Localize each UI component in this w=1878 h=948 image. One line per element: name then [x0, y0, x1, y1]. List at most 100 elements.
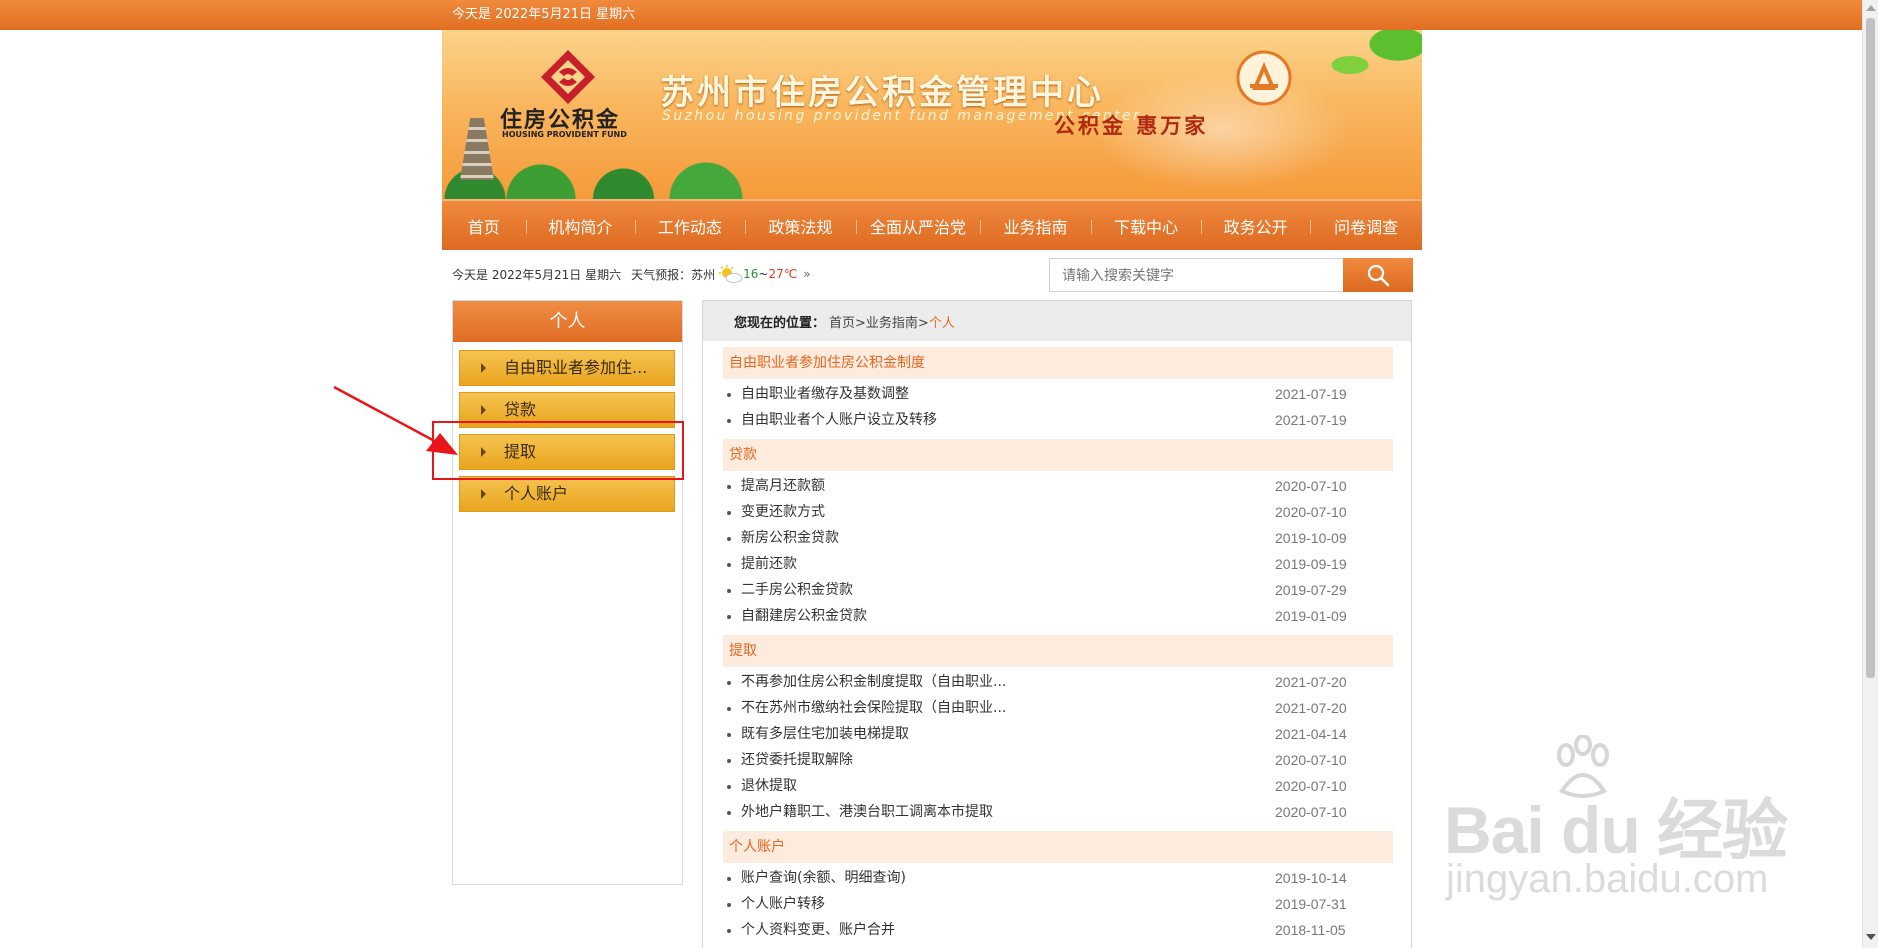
list-item[interactable]: 个人账户转移 2019-07-31	[723, 891, 1363, 917]
main-nav: 首页 机构简介 工作动态 政策法规 全面从严治党 业务指南 下载中心 政务公开 问卷调查	[442, 199, 1422, 250]
bullet-icon	[727, 785, 731, 789]
watermark-url: jingyan.baidu.com	[1446, 857, 1769, 901]
list-item-date: 2019-10-14	[1275, 870, 1347, 886]
list-item[interactable]: 还贷委托提取解除 2020-07-10	[723, 747, 1363, 773]
list-item[interactable]: 二手房公积金贷款 2019-07-29	[723, 577, 1363, 603]
breadcrumb: 您现在的位置： 首页>业务指南> 个人	[703, 301, 1411, 341]
nav-item[interactable]: 问卷调查	[1310, 214, 1422, 238]
sidebar-item-label: 自由职业者参加住...	[504, 358, 648, 377]
sidebar: 个人 自由职业者参加住... 贷款 提取 个人账户	[452, 300, 683, 885]
sun-cloud-icon	[719, 265, 743, 283]
bullet-icon	[727, 537, 731, 541]
page-scrollbar[interactable]	[1862, 0, 1878, 948]
list-item-date: 2021-07-19	[1275, 386, 1347, 402]
nav-item[interactable]: 首页	[442, 214, 526, 238]
list-item-title[interactable]: 不再参加住房公积金制度提取（自由职业...	[741, 669, 1006, 695]
list-item[interactable]: 自由职业者个人账户设立及转移 2021-07-19	[723, 407, 1363, 433]
section-header[interactable]: 自由职业者参加住房公积金制度	[723, 347, 1393, 379]
content-panel: 您现在的位置： 首页>业务指南> 个人 自由职业者参加住房公积金制度 自由职业者缴…	[702, 300, 1412, 948]
list-item-title[interactable]: 自由职业者缴存及基数调整	[741, 381, 909, 407]
list-item[interactable]: 变更还款方式 2020-07-10	[723, 499, 1363, 525]
list-item-date: 2018-11-05	[1275, 922, 1346, 938]
site-banner: 住房公积金 HOUSING PROVIDENT FUND 苏州市住房公积金管理中…	[442, 30, 1422, 199]
list-item[interactable]: 新房公积金贷款 2019-10-09	[723, 525, 1363, 551]
sidebar-item-freelancer[interactable]: 自由职业者参加住...	[459, 350, 675, 386]
list-item-title[interactable]: 二手房公积金贷款	[741, 577, 853, 603]
list-item-title[interactable]: 变更还款方式	[741, 499, 825, 525]
list-item-title[interactable]: 自由职业者个人账户设立及转移	[741, 407, 937, 433]
list-item-date: 2019-01-09	[1275, 608, 1347, 624]
list-item[interactable]: 个人资料变更、账户合并 2018-11-05	[723, 917, 1363, 943]
search-input[interactable]	[1049, 258, 1343, 292]
list-item-title[interactable]: 个人账户转移	[741, 891, 825, 917]
nav-item[interactable]: 下载中心	[1091, 214, 1201, 238]
sidebar-item-label: 个人账户	[504, 484, 569, 503]
list-item[interactable]: 不再参加住房公积金制度提取（自由职业... 2021-07-20	[723, 669, 1363, 695]
bullet-icon	[727, 681, 731, 685]
info-date: 今天是 2022年5月21日 星期六	[452, 267, 622, 282]
scroll-up-arrow-icon[interactable]	[1866, 5, 1876, 11]
fund-emblem-icon	[1236, 50, 1292, 106]
scrollbar-thumb[interactable]	[1866, 18, 1875, 678]
sidebar-item-personal-account[interactable]: 个人账户	[459, 476, 675, 512]
nav-item[interactable]: 机构简介	[525, 214, 636, 238]
list-item-title[interactable]: 自翻建房公积金贷款	[741, 603, 867, 629]
nav-item[interactable]: 政策法规	[744, 214, 857, 238]
bullet-icon	[727, 485, 731, 489]
list-item-date: 2020-07-10	[1275, 752, 1347, 768]
list-item-title[interactable]: 个人资料变更、账户合并	[741, 917, 895, 943]
annotation-arrow-icon	[333, 385, 458, 455]
caret-right-icon	[481, 489, 486, 499]
search-button[interactable]	[1343, 258, 1413, 292]
bullet-icon	[727, 707, 731, 711]
nav-item[interactable]: 全面从严治党	[856, 214, 980, 238]
weather-city: 苏州	[691, 267, 716, 282]
list-item-title[interactable]: 账户查询(余额、明细查询)	[741, 865, 906, 891]
bullet-icon	[727, 511, 731, 515]
list-item-date: 2021-07-20	[1275, 674, 1347, 690]
list-item-date: 2021-07-19	[1275, 412, 1347, 428]
list-item-date: 2020-07-10	[1275, 504, 1347, 520]
site-search	[1049, 258, 1413, 292]
list-item-date: 2019-09-19	[1275, 556, 1347, 572]
breadcrumb-path[interactable]: 首页>业务指南>	[829, 312, 929, 331]
section-header[interactable]: 提取	[723, 635, 1393, 667]
list-item-title[interactable]: 提前还款	[741, 551, 797, 577]
nav-item[interactable]: 政务公开	[1200, 214, 1311, 238]
list-item[interactable]: 账户查询(余额、明细查询) 2019-10-14	[723, 865, 1363, 891]
breadcrumb-label: 您现在的位置：	[734, 315, 826, 331]
bullet-icon	[727, 419, 731, 423]
weather-label: 天气预报：	[631, 267, 692, 282]
list-item[interactable]: 不在苏州市缴纳社会保险提取（自由职业... 2021-07-20	[723, 695, 1363, 721]
bullet-icon	[727, 615, 731, 619]
sidebar-item-label: 贷款	[504, 400, 537, 419]
list-item[interactable]: 退休提取 2020-07-10	[723, 773, 1363, 799]
list-item-date: 2019-07-29	[1275, 582, 1347, 598]
list-item-date: 2021-07-20	[1275, 700, 1347, 716]
list-item[interactable]: 外地户籍职工、港澳台职工调离本市提取 2020-07-10	[723, 799, 1363, 825]
banner-leaves	[1302, 30, 1422, 100]
caret-right-icon	[481, 405, 486, 415]
baidu-jingyan-watermark: Bai du 经验 jingyan.baidu.com	[1440, 735, 1800, 915]
list-item-title[interactable]: 还贷委托提取解除	[741, 747, 853, 773]
list-item[interactable]: 提高月还款额 2020-07-10	[723, 473, 1363, 499]
bullet-icon	[727, 877, 731, 881]
list-item[interactable]: 提前还款 2019-09-19	[723, 551, 1363, 577]
list-item[interactable]: 既有多层住宅加装电梯提取 2021-04-14	[723, 721, 1363, 747]
list-item-title[interactable]: 新房公积金贷款	[741, 525, 839, 551]
nav-item[interactable]: 业务指南	[979, 214, 1092, 238]
weather-more-link[interactable]: »	[803, 267, 810, 281]
list-item-title[interactable]: 退休提取	[741, 773, 797, 799]
list-item-title[interactable]: 不在苏州市缴纳社会保险提取（自由职业...	[741, 695, 1006, 721]
list-item-title[interactable]: 外地户籍职工、港澳台职工调离本市提取	[741, 799, 993, 825]
section-header[interactable]: 个人账户	[723, 831, 1393, 863]
list-item-title[interactable]: 既有多层住宅加装电梯提取	[741, 721, 909, 747]
top-date-text: 今天是 2022年5月21日 星期六	[452, 7, 636, 22]
list-item[interactable]: 自翻建房公积金贷款 2019-01-09	[723, 603, 1363, 629]
list-item-title[interactable]: 提高月还款额	[741, 473, 825, 499]
section-header[interactable]: 贷款	[723, 439, 1393, 471]
nav-item[interactable]: 工作动态	[635, 214, 745, 238]
list-item[interactable]: 自由职业者缴存及基数调整 2021-07-19	[723, 381, 1363, 407]
search-icon	[1367, 264, 1390, 287]
scroll-down-arrow-icon[interactable]	[1866, 934, 1876, 940]
